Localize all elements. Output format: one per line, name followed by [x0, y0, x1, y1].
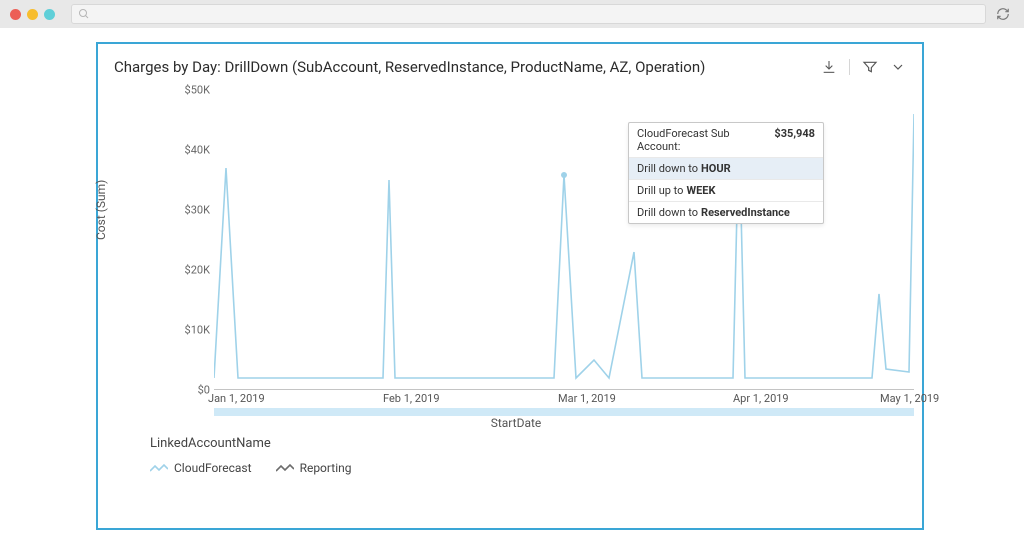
- y-tick: $0: [130, 384, 210, 397]
- chart-title: Charges by Day: DrillDown (SubAccount, R…: [114, 58, 705, 76]
- card-tools: [821, 59, 906, 75]
- legend: LinkedAccountName CloudForecast Reportin…: [98, 430, 922, 475]
- y-tick: $40K: [130, 144, 210, 157]
- window-min-dot[interactable]: [27, 9, 38, 20]
- refresh-icon: [996, 7, 1010, 21]
- legend-label: Reporting: [300, 461, 352, 475]
- y-tick: $50K: [130, 84, 210, 97]
- legend-title: LinkedAccountName: [150, 436, 922, 451]
- drill-target: HOUR: [701, 162, 731, 175]
- drill-target: ReservedInstance: [701, 206, 790, 219]
- drill-option-hour[interactable]: Drill down to HOUR: [629, 158, 823, 180]
- x-tick: Mar 1, 2019: [558, 392, 616, 405]
- window-max-dot[interactable]: [44, 9, 55, 20]
- search-icon: [78, 8, 90, 20]
- url-bar[interactable]: [71, 4, 986, 24]
- y-tick: $30K: [130, 204, 210, 217]
- drill-text: Drill up to: [637, 184, 683, 197]
- legend-label: CloudForecast: [174, 461, 252, 475]
- window-close-dot[interactable]: [10, 9, 21, 20]
- drill-target: WEEK: [686, 184, 715, 197]
- legend-swatch-icon: [276, 463, 294, 473]
- legend-swatch-icon: [150, 463, 168, 473]
- hover-point: [561, 172, 567, 178]
- download-icon[interactable]: [821, 59, 837, 75]
- chevron-down-icon[interactable]: [890, 59, 906, 75]
- plot-area[interactable]: $50K $40K $30K $20K $10K $0 Jan 1: [214, 90, 914, 390]
- tooltip-value-row: CloudForecast Sub Account: $35,948: [629, 123, 823, 158]
- chart-area: Cost (Sum) $50K $40K $30K $20K $10K $0: [98, 80, 922, 430]
- x-axis-label: StartDate: [130, 416, 902, 430]
- drill-text: Drill down to: [637, 206, 698, 219]
- y-tick: $10K: [130, 324, 210, 337]
- x-tick: Feb 1, 2019: [383, 392, 440, 405]
- tool-separator: [849, 59, 850, 75]
- y-axis-label: Cost (Sum): [94, 180, 108, 240]
- filter-icon[interactable]: [862, 59, 878, 75]
- y-tick: $20K: [130, 264, 210, 277]
- tooltip-value: $35,948: [774, 127, 815, 153]
- tooltip-label: CloudForecast Sub Account:: [637, 127, 771, 153]
- x-tick: May 1, 2019: [880, 392, 939, 405]
- range-scrubber[interactable]: [214, 408, 914, 416]
- drill-text: Drill down to: [637, 162, 698, 175]
- drill-option-week[interactable]: Drill up to WEEK: [629, 180, 823, 202]
- legend-item-cloudforecast[interactable]: CloudForecast: [150, 461, 252, 475]
- browser-bar: [0, 0, 1024, 28]
- legend-item-reporting[interactable]: Reporting: [276, 461, 352, 475]
- x-tick: Apr 1, 2019: [733, 392, 789, 405]
- refresh-button[interactable]: [992, 7, 1014, 21]
- chart-card: Charges by Day: DrillDown (SubAccount, R…: [96, 42, 924, 530]
- card-header: Charges by Day: DrillDown (SubAccount, R…: [98, 44, 922, 80]
- drill-option-reservedinstance[interactable]: Drill down to ReservedInstance: [629, 202, 823, 223]
- drill-menu: CloudForecast Sub Account: $35,948 Drill…: [628, 122, 824, 224]
- x-tick: Jan 1, 2019: [208, 392, 265, 405]
